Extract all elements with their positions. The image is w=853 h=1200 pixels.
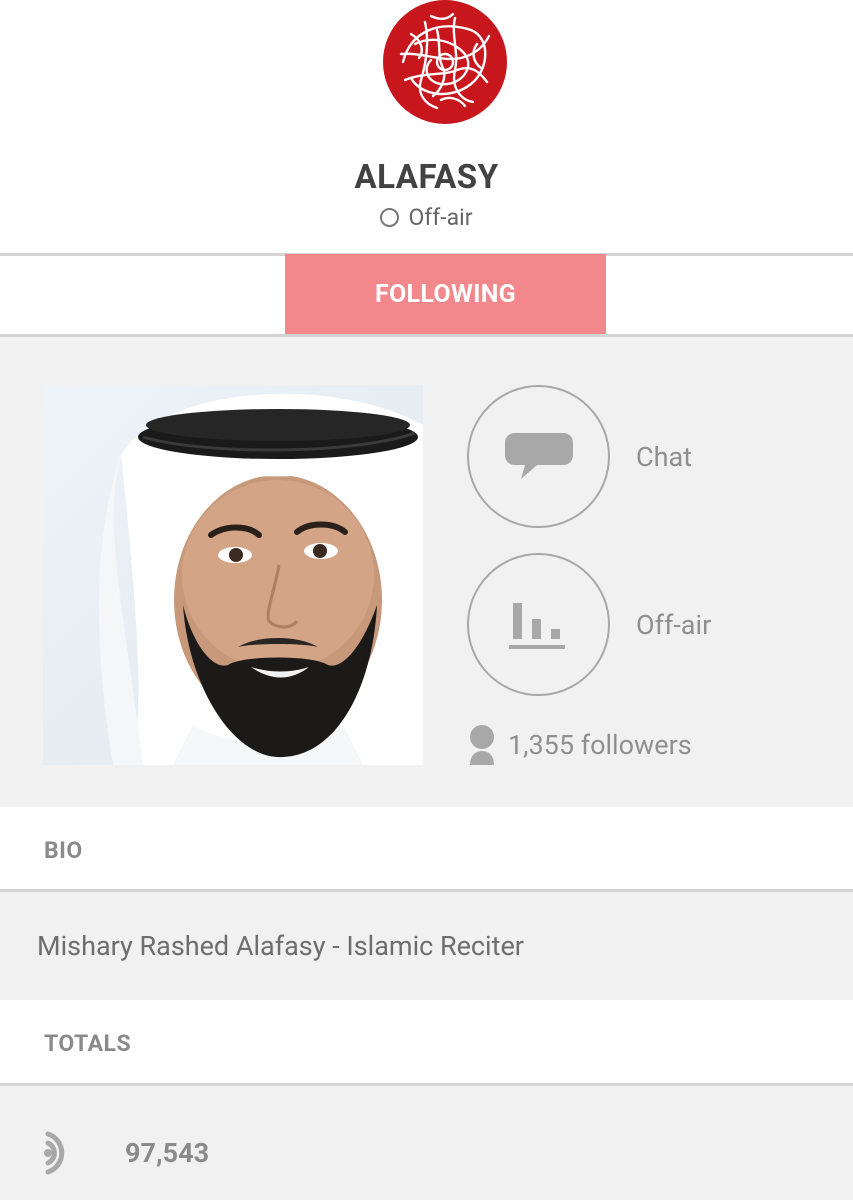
- listens-icon: [44, 1131, 65, 1175]
- followers-label: 1,355 followers: [508, 729, 692, 761]
- bio-text: Mishary Rashed Alafasy - Islamic Reciter: [37, 930, 524, 962]
- broadcast-status-label: Off-air: [636, 608, 712, 641]
- totals-section: 97,543: [0, 1086, 853, 1200]
- calligraphy-logo: [383, 0, 507, 124]
- broadcast-button[interactable]: [467, 553, 610, 696]
- following-button[interactable]: FOLLOWING: [285, 254, 606, 334]
- chat-button[interactable]: [467, 385, 610, 528]
- chat-bubble-icon: [504, 432, 573, 479]
- chat-action[interactable]: Chat: [467, 385, 692, 528]
- bio-section-header: BIO: [0, 807, 853, 889]
- bio-heading: BIO: [44, 837, 83, 864]
- channel-title: ALAFASY: [354, 158, 499, 197]
- totals-heading: TOTALS: [44, 1030, 132, 1057]
- profile-header: ALAFASY Off-air: [0, 0, 853, 253]
- profile-photo: [43, 385, 423, 765]
- totals-section-header: TOTALS: [0, 1000, 853, 1083]
- channel-status-label: Off-air: [408, 204, 473, 231]
- bio-section: Mishary Rashed Alafasy - Islamic Reciter: [0, 892, 853, 1000]
- status-circle-icon: [380, 208, 400, 227]
- total-listens-row: 97,543: [44, 1130, 209, 1176]
- bar-chart-icon: [508, 602, 565, 649]
- profile-section: Chat Off-air 1,355 followers: [0, 337, 853, 807]
- total-listens-value: 97,543: [125, 1137, 210, 1169]
- followers-count[interactable]: 1,355 followers: [468, 725, 692, 765]
- person-icon: [470, 725, 494, 765]
- chat-label[interactable]: Chat: [636, 441, 692, 473]
- channel-status: Off-air: [0, 204, 853, 231]
- broadcast-action[interactable]: Off-air: [467, 553, 711, 696]
